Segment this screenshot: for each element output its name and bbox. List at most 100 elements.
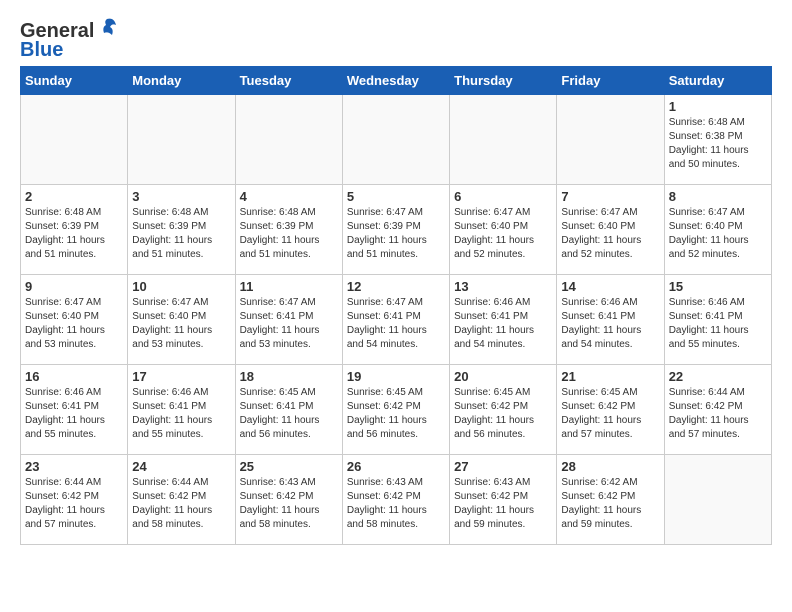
day-number: 4: [240, 189, 338, 204]
calendar-cell: 14 Sunrise: 6:46 AMSunset: 6:41 PMDayligh…: [557, 275, 664, 365]
weekday-header-row: SundayMondayTuesdayWednesdayThursdayFrid…: [21, 67, 772, 95]
day-info: Sunrise: 6:48 AMSunset: 6:38 PMDaylight:…: [669, 116, 767, 172]
calendar-cell: 20 Sunrise: 6:45 AMSunset: 6:42 PMDayligh…: [450, 365, 557, 455]
weekday-tuesday: Tuesday: [235, 67, 342, 95]
week-row-1: 1 Sunrise: 6:48 AMSunset: 6:38 PMDaylight…: [21, 95, 772, 185]
day-number: 18: [240, 369, 338, 384]
calendar-cell: 1 Sunrise: 6:48 AMSunset: 6:38 PMDaylight…: [664, 95, 771, 185]
calendar-body: 1 Sunrise: 6:48 AMSunset: 6:38 PMDaylight…: [21, 95, 772, 545]
day-info: Sunrise: 6:46 AMSunset: 6:41 PMDaylight:…: [561, 296, 659, 352]
calendar-cell: 9Sunrise: 6:47 AMSunset: 6:40 PMDaylight…: [21, 275, 128, 365]
calendar-cell: [664, 455, 771, 545]
day-number: 23: [25, 459, 123, 474]
day-info: Sunrise: 6:47 AMSunset: 6:41 PMDaylight:…: [240, 296, 338, 352]
calendar-cell: 13 Sunrise: 6:46 AMSunset: 6:41 PMDayligh…: [450, 275, 557, 365]
day-number: 25: [240, 459, 338, 474]
calendar-cell: 24 Sunrise: 6:44 AMSunset: 6:42 PMDayligh…: [128, 455, 235, 545]
day-info: Sunrise: 6:46 AMSunset: 6:41 PMDaylight:…: [454, 296, 552, 352]
calendar-cell: [128, 95, 235, 185]
day-info: Sunrise: 6:45 AMSunset: 6:41 PMDaylight:…: [240, 386, 338, 442]
calendar-cell: 17 Sunrise: 6:46 AMSunset: 6:41 PMDayligh…: [128, 365, 235, 455]
calendar-cell: 21 Sunrise: 6:45 AMSunset: 6:42 PMDayligh…: [557, 365, 664, 455]
week-row-4: 16 Sunrise: 6:46 AMSunset: 6:41 PMDayligh…: [21, 365, 772, 455]
day-number: 14: [561, 279, 659, 294]
day-info: Sunrise: 6:43 AMSunset: 6:42 PMDaylight:…: [240, 476, 338, 532]
day-info: Sunrise: 6:46 AMSunset: 6:41 PMDaylight:…: [25, 386, 123, 442]
calendar-cell: 10Sunrise: 6:47 AMSunset: 6:40 PMDayligh…: [128, 275, 235, 365]
day-info: Sunrise: 6:47 AMSunset: 6:39 PMDaylight:…: [347, 206, 445, 262]
weekday-monday: Monday: [128, 67, 235, 95]
day-number: 6: [454, 189, 552, 204]
calendar-cell: 22 Sunrise: 6:44 AMSunset: 6:42 PMDayligh…: [664, 365, 771, 455]
day-number: 3: [132, 189, 230, 204]
weekday-saturday: Saturday: [664, 67, 771, 95]
day-info: Sunrise: 6:44 AMSunset: 6:42 PMDaylight:…: [25, 476, 123, 532]
day-number: 28: [561, 459, 659, 474]
logo-blue-text: Blue: [20, 39, 63, 62]
day-number: 7: [561, 189, 659, 204]
day-number: 22: [669, 369, 767, 384]
day-info: Sunrise: 6:44 AMSunset: 6:42 PMDaylight:…: [669, 386, 767, 442]
calendar-cell: [21, 95, 128, 185]
calendar-cell: 3 Sunrise: 6:48 AMSunset: 6:39 PMDaylight…: [128, 185, 235, 275]
day-info: Sunrise: 6:47 AMSunset: 6:41 PMDaylight:…: [347, 296, 445, 352]
day-info: Sunrise: 6:45 AMSunset: 6:42 PMDaylight:…: [561, 386, 659, 442]
calendar-cell: 23 Sunrise: 6:44 AMSunset: 6:42 PMDayligh…: [21, 455, 128, 545]
day-number: 13: [454, 279, 552, 294]
day-number: 26: [347, 459, 445, 474]
calendar-cell: 28Sunrise: 6:42 AMSunset: 6:42 PMDayligh…: [557, 455, 664, 545]
day-number: 27: [454, 459, 552, 474]
calendar-cell: 5Sunrise: 6:47 AMSunset: 6:39 PMDaylight…: [342, 185, 449, 275]
calendar-cell: [557, 95, 664, 185]
day-number: 2: [25, 189, 123, 204]
calendar-cell: 8 Sunrise: 6:47 AMSunset: 6:40 PMDaylight…: [664, 185, 771, 275]
calendar-cell: 16 Sunrise: 6:46 AMSunset: 6:41 PMDayligh…: [21, 365, 128, 455]
calendar-cell: [235, 95, 342, 185]
week-row-5: 23 Sunrise: 6:44 AMSunset: 6:42 PMDayligh…: [21, 455, 772, 545]
day-info: Sunrise: 6:47 AMSunset: 6:40 PMDaylight:…: [454, 206, 552, 262]
day-info: Sunrise: 6:48 AMSunset: 6:39 PMDaylight:…: [25, 206, 123, 262]
day-info: Sunrise: 6:44 AMSunset: 6:42 PMDaylight:…: [132, 476, 230, 532]
logo: General Blue: [20, 20, 118, 62]
calendar-cell: 27Sunrise: 6:43 AMSunset: 6:42 PMDayligh…: [450, 455, 557, 545]
calendar-table: SundayMondayTuesdayWednesdayThursdayFrid…: [20, 66, 772, 545]
page-header: General Blue: [20, 20, 772, 62]
calendar-header: SundayMondayTuesdayWednesdayThursdayFrid…: [21, 67, 772, 95]
day-info: Sunrise: 6:47 AMSunset: 6:40 PMDaylight:…: [132, 296, 230, 352]
calendar-cell: 2 Sunrise: 6:48 AMSunset: 6:39 PMDaylight…: [21, 185, 128, 275]
calendar-cell: 25 Sunrise: 6:43 AMSunset: 6:42 PMDayligh…: [235, 455, 342, 545]
day-info: Sunrise: 6:47 AMSunset: 6:40 PMDaylight:…: [669, 206, 767, 262]
calendar-cell: 15 Sunrise: 6:46 AMSunset: 6:41 PMDayligh…: [664, 275, 771, 365]
day-number: 16: [25, 369, 123, 384]
day-number: 1: [669, 99, 767, 114]
day-number: 15: [669, 279, 767, 294]
calendar-cell: 7 Sunrise: 6:47 AMSunset: 6:40 PMDaylight…: [557, 185, 664, 275]
day-info: Sunrise: 6:46 AMSunset: 6:41 PMDaylight:…: [132, 386, 230, 442]
day-number: 12: [347, 279, 445, 294]
calendar-cell: 12 Sunrise: 6:47 AMSunset: 6:41 PMDayligh…: [342, 275, 449, 365]
day-number: 8: [669, 189, 767, 204]
day-number: 11: [240, 279, 338, 294]
week-row-3: 9 Sunrise: 6:47 AMSunset: 6:40 PMDaylight…: [21, 275, 772, 365]
calendar-cell: 6 Sunrise: 6:47 AMSunset: 6:40 PMDaylight…: [450, 185, 557, 275]
day-number: 17: [132, 369, 230, 384]
day-info: Sunrise: 6:46 AMSunset: 6:41 PMDaylight:…: [669, 296, 767, 352]
day-number: 19: [347, 369, 445, 384]
weekday-sunday: Sunday: [21, 67, 128, 95]
day-number: 20: [454, 369, 552, 384]
calendar-cell: [342, 95, 449, 185]
weekday-thursday: Thursday: [450, 67, 557, 95]
week-row-2: 2 Sunrise: 6:48 AMSunset: 6:39 PMDaylight…: [21, 185, 772, 275]
day-info: Sunrise: 6:43 AMSunset: 6:42 PMDaylight:…: [347, 476, 445, 532]
day-info: Sunrise: 6:45 AMSunset: 6:42 PMDaylight:…: [454, 386, 552, 442]
day-number: 9: [25, 279, 123, 294]
day-info: Sunrise: 6:48 AMSunset: 6:39 PMDaylight:…: [132, 206, 230, 262]
calendar-cell: [450, 95, 557, 185]
day-number: 21: [561, 369, 659, 384]
weekday-wednesday: Wednesday: [342, 67, 449, 95]
day-info: Sunrise: 6:47 AMSunset: 6:40 PMDaylight:…: [561, 206, 659, 262]
day-info: Sunrise: 6:48 AMSunset: 6:39 PMDaylight:…: [240, 206, 338, 262]
calendar-cell: 4 Sunrise: 6:48 AMSunset: 6:39 PMDaylight…: [235, 185, 342, 275]
day-number: 24: [132, 459, 230, 474]
weekday-friday: Friday: [557, 67, 664, 95]
